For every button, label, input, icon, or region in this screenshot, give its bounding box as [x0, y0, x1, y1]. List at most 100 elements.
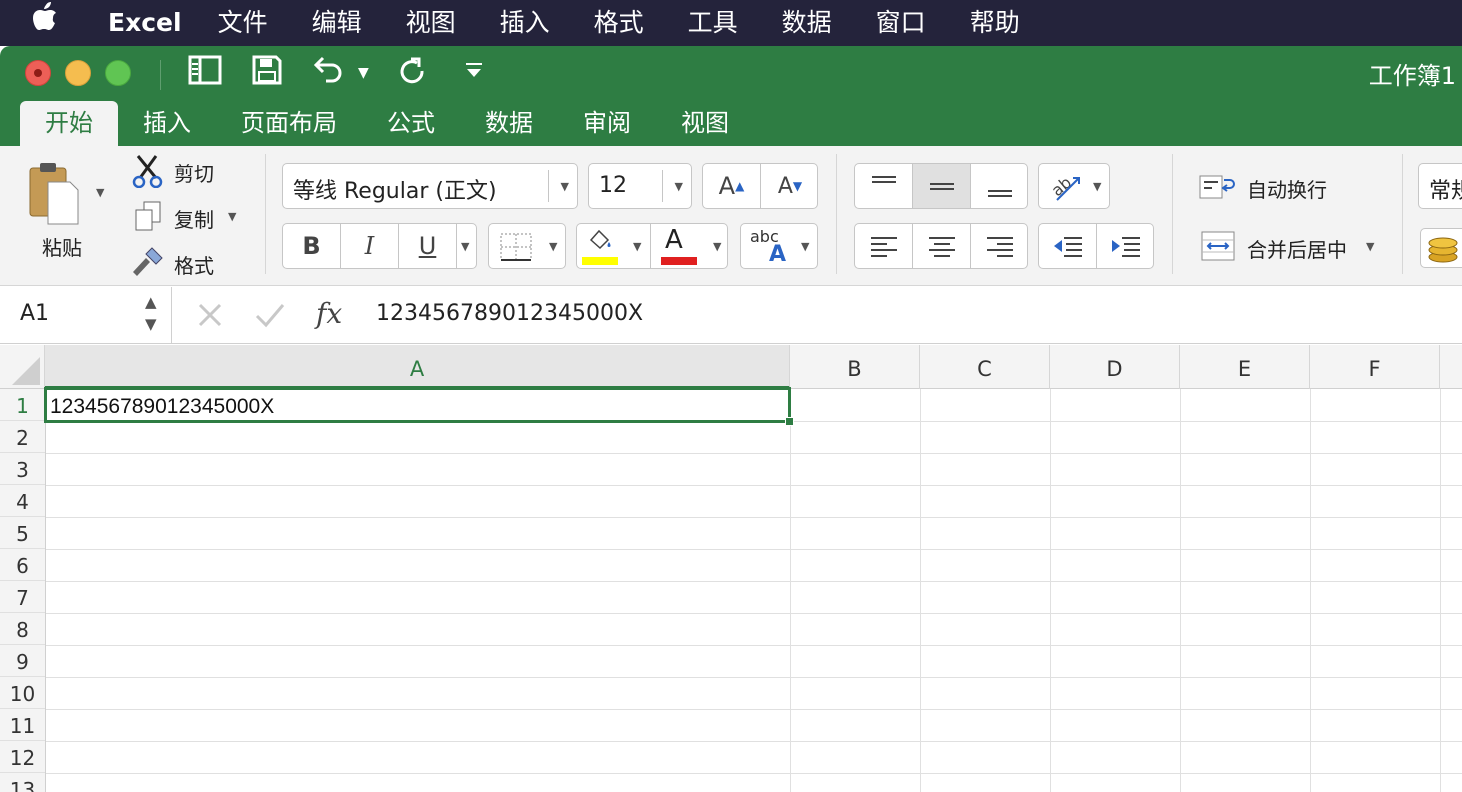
name-box-up-arrow-icon[interactable]: ▲: [145, 293, 157, 311]
row-header-1[interactable]: 1: [0, 389, 45, 421]
phonetic-dropdown-icon[interactable]: ▼: [801, 240, 809, 253]
redo-icon[interactable]: [397, 55, 427, 94]
row-header-10[interactable]: 10: [0, 677, 45, 709]
formula-input[interactable]: 123456789012345000X: [376, 301, 643, 326]
name-box[interactable]: A1 ▲ ▼: [0, 287, 172, 344]
grow-font-button[interactable]: A ▲: [703, 164, 761, 208]
customize-toolbar-icon[interactable]: [464, 55, 484, 94]
underline-dropdown-icon[interactable]: ▼: [461, 240, 469, 253]
align-right-button[interactable]: [971, 224, 1029, 268]
row-header-2[interactable]: 2: [0, 421, 45, 453]
zoom-window-button[interactable]: [105, 60, 131, 86]
tab-data[interactable]: 数据: [460, 101, 558, 146]
merge-center-icon[interactable]: [1200, 230, 1236, 266]
format-painter-icon[interactable]: [130, 246, 166, 282]
borders-dropdown-icon[interactable]: ▼: [549, 240, 557, 253]
tab-view[interactable]: 视图: [656, 101, 754, 146]
undo-icon[interactable]: [312, 55, 346, 94]
font-name-dropdown-icon[interactable]: ▼: [561, 180, 569, 193]
align-bottom-button[interactable]: [971, 164, 1029, 208]
row-header-5[interactable]: 5: [0, 517, 45, 549]
menu-app-name[interactable]: Excel: [108, 0, 182, 46]
font-color-dropdown-icon[interactable]: ▼: [713, 240, 721, 253]
insert-function-icon[interactable]: fx: [316, 297, 342, 330]
font-name-combo[interactable]: 等线 Regular (正文) ▼: [282, 163, 578, 209]
menu-data[interactable]: 数据: [782, 0, 832, 46]
align-center-button[interactable]: [913, 224, 971, 268]
increase-indent-button[interactable]: [1097, 224, 1155, 268]
tab-insert[interactable]: 插入: [118, 101, 216, 146]
italic-button[interactable]: I: [341, 224, 399, 268]
fill-color-dropdown-icon[interactable]: ▼: [633, 240, 641, 253]
orientation-dropdown-icon[interactable]: ▼: [1093, 180, 1101, 193]
row-header-7[interactable]: 7: [0, 581, 45, 613]
font-size-dropdown-icon[interactable]: ▼: [675, 180, 683, 193]
undo-dropdown-icon[interactable]: ▼: [358, 55, 369, 91]
row-header-12[interactable]: 12: [0, 741, 45, 773]
row-header-8[interactable]: 8: [0, 613, 45, 645]
row-header-3[interactable]: 3: [0, 453, 45, 485]
menu-insert[interactable]: 插入: [500, 0, 550, 46]
tab-formulas[interactable]: 公式: [362, 101, 460, 146]
copy-icon[interactable]: [134, 200, 162, 236]
scissors-icon[interactable]: [132, 154, 164, 192]
paste-icon[interactable]: [28, 160, 80, 230]
row-header-13[interactable]: 13: [0, 773, 45, 792]
orientation-button[interactable]: ab ▼: [1038, 163, 1110, 209]
paste-dropdown-icon[interactable]: ▼: [96, 186, 104, 199]
sidebar-toggle-icon[interactable]: [188, 55, 222, 94]
wrap-text-icon[interactable]: [1198, 172, 1238, 206]
menu-view[interactable]: 视图: [406, 0, 456, 46]
menu-format[interactable]: 格式: [594, 0, 644, 46]
row-header-4[interactable]: 4: [0, 485, 45, 517]
column-header-c[interactable]: C: [920, 345, 1050, 389]
close-window-button[interactable]: [25, 60, 51, 86]
cut-label[interactable]: 剪切: [174, 158, 214, 187]
wrap-text-label[interactable]: 自动换行: [1247, 174, 1327, 203]
column-header-a[interactable]: A: [45, 345, 790, 389]
underline-button[interactable]: U: [399, 224, 457, 268]
menu-tools[interactable]: 工具: [688, 0, 738, 46]
decrease-indent-button[interactable]: [1039, 224, 1097, 268]
row-header-9[interactable]: 9: [0, 645, 45, 677]
column-header-f[interactable]: F: [1310, 345, 1440, 389]
column-header-b[interactable]: B: [790, 345, 920, 389]
accounting-format-button[interactable]: [1420, 228, 1462, 268]
tab-review[interactable]: 审阅: [558, 101, 656, 146]
worksheet-grid[interactable]: A B C D E F 1 2 3 4 5 6 7 8 9 10 11 12 1…: [0, 345, 1462, 792]
paste-label[interactable]: 粘贴: [42, 232, 82, 261]
merge-center-dropdown-icon[interactable]: ▼: [1366, 240, 1374, 253]
confirm-entry-icon[interactable]: [254, 301, 286, 333]
align-middle-button[interactable]: [913, 164, 971, 208]
row-header-6[interactable]: 6: [0, 549, 45, 581]
menu-edit[interactable]: 编辑: [312, 0, 362, 46]
column-header-e[interactable]: E: [1180, 345, 1310, 389]
tab-page-layout[interactable]: 页面布局: [216, 101, 362, 146]
apple-icon[interactable]: [32, 0, 80, 46]
menu-file[interactable]: 文件: [218, 0, 268, 46]
column-header-d[interactable]: D: [1050, 345, 1180, 389]
row-header-11[interactable]: 11: [0, 709, 45, 741]
merge-center-label[interactable]: 合并后居中: [1247, 234, 1347, 263]
menu-window[interactable]: 窗口: [876, 0, 926, 46]
name-box-down-arrow-icon[interactable]: ▼: [145, 315, 157, 333]
copy-label[interactable]: 复制: [174, 204, 214, 233]
bold-button[interactable]: B: [283, 224, 341, 268]
menu-help[interactable]: 帮助: [970, 0, 1020, 46]
fill-handle[interactable]: [785, 417, 794, 426]
align-left-button[interactable]: [855, 224, 913, 268]
borders-button[interactable]: ▼: [488, 223, 566, 269]
cancel-entry-icon[interactable]: [196, 301, 224, 333]
save-icon[interactable]: [252, 55, 282, 94]
copy-dropdown-icon[interactable]: ▼: [228, 210, 236, 223]
minimize-window-button[interactable]: [65, 60, 91, 86]
font-size-combo[interactable]: 12 ▼: [588, 163, 692, 209]
tab-home[interactable]: 开始: [20, 101, 118, 146]
fill-color-button[interactable]: ▼: [577, 224, 651, 268]
font-color-button[interactable]: A ▼: [651, 224, 729, 268]
format-painter-label[interactable]: 格式: [174, 250, 214, 279]
shrink-font-button[interactable]: A ▼: [761, 164, 819, 208]
align-top-button[interactable]: [855, 164, 913, 208]
phonetic-button[interactable]: abc A ▼: [740, 223, 818, 269]
number-format-combo[interactable]: 常规: [1418, 163, 1462, 209]
